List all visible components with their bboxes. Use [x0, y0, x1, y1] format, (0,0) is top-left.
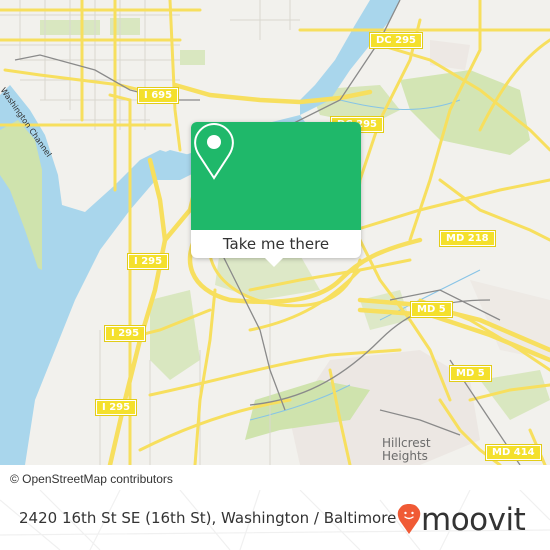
route-shield-i295: I 295	[94, 399, 138, 416]
route-shield-dc295: DC 295	[369, 32, 423, 49]
route-shield-i295: I 295	[103, 325, 147, 342]
route-shield-md414: MD 414	[485, 444, 542, 461]
route-shield-md5: MD 5	[449, 365, 492, 382]
map-card: Washington Channel I 695 DC 295 DC 295 I…	[0, 0, 550, 550]
route-shield-md218: MD 218	[439, 230, 496, 247]
route-shield-i295: I 295	[126, 253, 170, 270]
popup-pointer	[265, 258, 283, 267]
map-pin-icon	[194, 122, 234, 180]
moovit-wordmark: moovit	[421, 502, 526, 538]
address-text: 2420 16th St SE (16th St), Washington / …	[19, 509, 397, 527]
moovit-pin-icon	[397, 504, 421, 534]
location-popup: Take me there	[191, 122, 361, 267]
place-label-hillcrest-heights: Hillcrest Heights	[382, 436, 431, 463]
take-me-there-button[interactable]: Take me there	[191, 230, 361, 258]
footer-bar: 2420 16th St SE (16th St), Washington / …	[0, 490, 550, 550]
route-shield-md5: MD 5	[410, 301, 453, 318]
route-shield-i695: I 695	[136, 87, 180, 104]
map-attribution[interactable]: © OpenStreetMap contributors	[0, 467, 183, 491]
popup-header	[191, 122, 361, 230]
map-view[interactable]: Washington Channel I 695 DC 295 DC 295 I…	[0, 0, 550, 465]
